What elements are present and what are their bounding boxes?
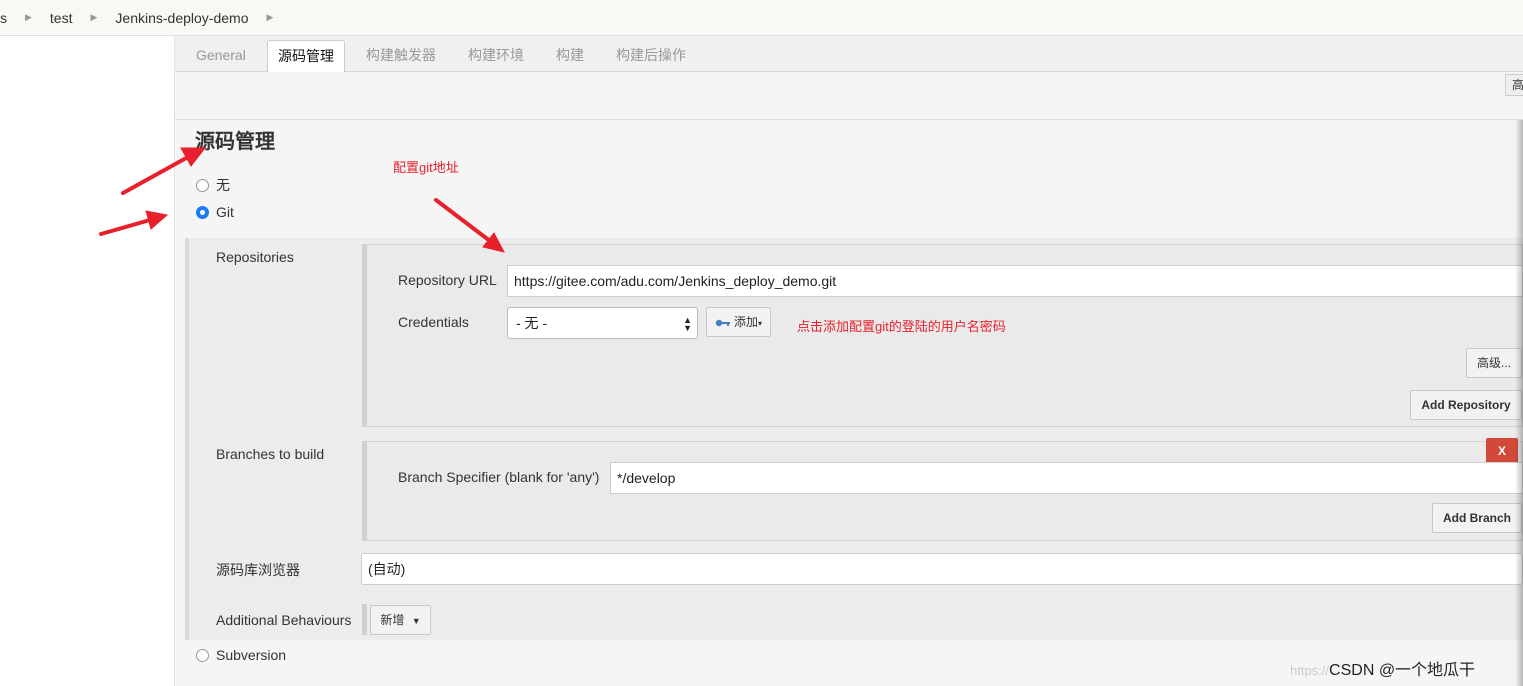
- branch-specifier-input[interactable]: */develop: [610, 462, 1523, 494]
- key-icon: [715, 319, 730, 327]
- breadcrumb-separator-icon: ▶: [266, 12, 274, 22]
- repository-url-input[interactable]: https://gitee.com/adu.com/Jenkins_deploy…: [507, 265, 1523, 297]
- add-credentials-button[interactable]: 添加▾: [706, 307, 771, 337]
- section-divider: [175, 119, 1523, 120]
- add-credentials-label: 添加: [733, 315, 758, 329]
- config-tab-bar: General 源码管理 构建触发器 构建环境 构建 构建后操作: [175, 36, 1523, 73]
- annotation-git-url-note: 配置git地址: [393, 160, 459, 175]
- credentials-select[interactable]: - 无 - ▲ ▼: [507, 307, 698, 339]
- delete-branch-button[interactable]: X: [1486, 438, 1518, 464]
- tab-general[interactable]: General: [196, 40, 246, 72]
- radio-git[interactable]: [196, 205, 209, 219]
- repository-browser-label: 源码库浏览器: [216, 562, 300, 578]
- annotation-credentials-note: 点击添加配置git的登陆的用户名密码: [797, 319, 1006, 334]
- repository-advanced-button[interactable]: 高级...: [1466, 348, 1522, 378]
- credentials-select-value: - 无 -: [516, 315, 548, 331]
- add-repository-button[interactable]: Add Repository: [1410, 390, 1522, 420]
- section-title: 源码管理: [195, 131, 275, 153]
- credentials-label: Credentials: [398, 314, 469, 330]
- additional-behaviours-label: Additional Behaviours: [216, 612, 352, 628]
- add-branch-button[interactable]: Add Branch: [1432, 503, 1522, 533]
- select-arrows-icon: ▲ ▼: [683, 315, 692, 333]
- breadcrumb-separator-icon: ▶: [90, 12, 98, 22]
- scm-option-git[interactable]: Git: [196, 204, 234, 220]
- dropdown-caret-icon: ▾: [758, 319, 763, 328]
- tab-post-build-actions[interactable]: 构建后操作: [616, 40, 686, 72]
- breadcrumb-separator-icon: ▶: [25, 12, 32, 22]
- breadcrumb: s ▶ test ▶ Jenkins-deploy-demo ▶: [0, 0, 1523, 36]
- scm-option-git-label: Git: [216, 204, 234, 220]
- scm-option-none-label: 无: [216, 177, 230, 193]
- tab-build-environment[interactable]: 构建环境: [468, 40, 524, 72]
- right-edge-shadow: [1515, 120, 1523, 686]
- repository-url-label: Repository URL: [398, 272, 497, 288]
- dropdown-caret-icon: ▼: [411, 616, 421, 626]
- add-behaviour-label: 新增: [380, 613, 405, 627]
- scm-option-none[interactable]: 无: [196, 175, 230, 195]
- tab-build[interactable]: 构建: [556, 40, 584, 72]
- left-sidebar: [0, 36, 175, 686]
- branches-to-build-label: Branches to build: [216, 446, 325, 462]
- tab-source-code-management[interactable]: 源码管理: [267, 40, 345, 73]
- breadcrumb-item-job[interactable]: Jenkins-deploy-demo: [109, 10, 254, 26]
- repositories-label: Repositories: [216, 249, 294, 265]
- scm-option-subversion[interactable]: Subversion: [196, 647, 286, 663]
- breadcrumb-item-partial[interactable]: s: [0, 10, 13, 26]
- scm-option-subversion-label: Subversion: [216, 647, 287, 663]
- behaviours-marker: [362, 604, 367, 635]
- tab-build-triggers[interactable]: 构建触发器: [366, 40, 436, 72]
- radio-subversion[interactable]: [196, 648, 209, 662]
- repository-browser-select[interactable]: (自动): [361, 553, 1523, 585]
- branch-specifier-label: Branch Specifier (blank for 'any'): [398, 469, 600, 485]
- watermark-text: CSDN @一个地瓜干: [1329, 662, 1476, 679]
- breadcrumb-item-test[interactable]: test: [44, 10, 79, 26]
- watermark-faint-text: https://: [1290, 663, 1330, 678]
- radio-none[interactable]: [196, 178, 209, 192]
- top-advanced-button[interactable]: 高: [1505, 74, 1523, 96]
- watermark: https://CSDN @一个地瓜干: [1290, 656, 1475, 680]
- add-behaviour-button[interactable]: 新增 ▼: [370, 605, 431, 635]
